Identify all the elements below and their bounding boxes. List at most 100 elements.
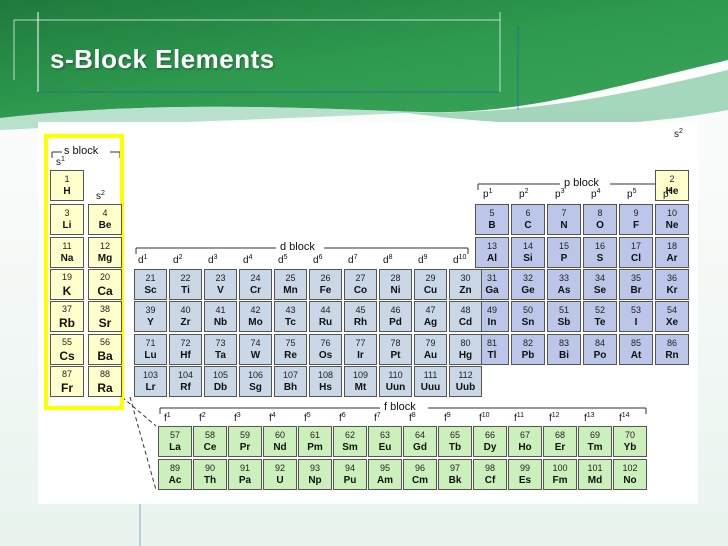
atomic-number: 51 <box>558 305 569 315</box>
element-cell-ge: 32 Ge <box>511 269 545 300</box>
atomic-number: 10 <box>666 208 677 218</box>
atomic-number: 84 <box>594 338 605 348</box>
element-symbol: Co <box>353 285 368 296</box>
atomic-number: 26 <box>320 273 331 283</box>
element-symbol: No <box>623 475 637 486</box>
element-symbol: O <box>596 220 604 231</box>
element-symbol: Rf <box>180 382 191 393</box>
element-symbol: Li <box>62 220 72 231</box>
element-symbol: Ru <box>318 317 333 328</box>
element-symbol: Ne <box>665 220 679 231</box>
element-cell-cm: 96 Cm <box>403 459 437 490</box>
element-cell-db: 105 Db <box>204 366 237 397</box>
element-cell-k: 19 K <box>50 269 84 300</box>
element-symbol: Hf <box>180 350 191 361</box>
atomic-number: 55 <box>61 336 72 347</box>
element-symbol: Dy <box>483 442 497 453</box>
element-cell-yb: 70 Yb <box>613 426 647 457</box>
element-symbol: Kr <box>666 285 678 296</box>
element-symbol: Uuu <box>420 382 441 393</box>
element-cell-sb: 51 Sb <box>547 301 581 332</box>
element-symbol: Tl <box>487 350 497 361</box>
element-cell-tb: 65 Tb <box>438 426 472 457</box>
element-cell-as: 33 As <box>547 269 581 300</box>
element-symbol: Br <box>630 285 642 296</box>
element-symbol: Sn <box>521 317 535 328</box>
element-cell-hs: 108 Hs <box>309 366 342 397</box>
element-cell-nd: 60 Nd <box>263 426 297 457</box>
atomic-number: 97 <box>449 463 460 473</box>
atomic-number: 60 <box>274 430 285 440</box>
config-label-d10: d10 <box>453 254 467 266</box>
element-cell-sn: 50 Sn <box>511 301 545 332</box>
atomic-number: 1 <box>64 174 70 184</box>
element-cell-ni: 28 Ni <box>379 269 412 300</box>
element-symbol: Uub <box>455 382 476 393</box>
atomic-number: 44 <box>320 305 331 315</box>
element-symbol: Ce <box>203 442 217 453</box>
atomic-number: 57 <box>169 430 180 440</box>
config-label-f3: f3 <box>234 412 241 424</box>
config-label-d1: d1 <box>138 254 148 266</box>
element-cell-rf: 104 Rf <box>169 366 202 397</box>
atomic-number: 37 <box>61 303 72 314</box>
element-symbol: W <box>250 350 261 361</box>
element-symbol: Au <box>423 350 438 361</box>
element-symbol: Se <box>593 285 607 296</box>
atomic-number: 41 <box>215 305 226 315</box>
element-symbol: La <box>169 442 181 453</box>
element-symbol: Bh <box>283 382 298 393</box>
element-symbol: Zn <box>459 285 472 296</box>
config-label-d8: d8 <box>383 254 393 266</box>
config-label-s1: s1 <box>56 156 65 168</box>
element-cell-co: 27 Co <box>344 269 377 300</box>
atomic-number: 79 <box>425 338 436 348</box>
element-cell-ta: 73 Ta <box>204 334 237 365</box>
element-symbol: Sr <box>98 315 112 330</box>
atomic-number: 29 <box>425 273 436 283</box>
config-label-p6: p6 <box>663 188 673 200</box>
element-cell-pd: 46 Pd <box>379 301 412 332</box>
block-label-s: s block <box>64 145 99 157</box>
config-label-f1: f1 <box>164 412 171 424</box>
atomic-number: 105 <box>212 370 229 380</box>
element-symbol: Y <box>147 317 154 328</box>
element-cell-th: 90 Th <box>193 459 227 490</box>
element-symbol: Rb <box>59 315 75 330</box>
element-cell-ba: 56 Ba <box>88 334 122 365</box>
element-cell-ho: 67 Ho <box>508 426 542 457</box>
atomic-number: 112 <box>458 370 473 380</box>
element-symbol: Np <box>308 475 322 486</box>
config-label-d6: d6 <box>313 254 323 266</box>
element-cell-v: 23 V <box>204 269 237 300</box>
element-symbol: V <box>217 285 224 296</box>
element-cell-po: 84 Po <box>583 334 617 365</box>
atomic-number: 30 <box>460 273 471 283</box>
atomic-number: 111 <box>423 370 438 380</box>
element-cell-hf: 72 Hf <box>169 334 202 365</box>
element-symbol: Cf <box>484 475 496 486</box>
element-cell-cu: 29 Cu <box>414 269 447 300</box>
config-label-d7: d7 <box>348 254 358 266</box>
element-cell-bh: 107 Bh <box>274 366 307 397</box>
element-cell-se: 34 Se <box>583 269 617 300</box>
atomic-number: 83 <box>558 338 569 348</box>
element-cell-br: 35 Br <box>619 269 653 300</box>
element-symbol: At <box>630 350 642 361</box>
element-cell-zr: 40 Zr <box>169 301 202 332</box>
element-cell-cl: 17 Cl <box>619 237 653 268</box>
element-symbol: Md <box>587 475 603 486</box>
element-cell-b: 5B <box>475 204 509 235</box>
element-cell-pb: 82 Pb <box>511 334 545 365</box>
element-symbol: Tm <box>587 442 603 453</box>
element-symbol: Db <box>213 382 228 393</box>
atomic-number: 106 <box>247 370 264 380</box>
atomic-number: 5 <box>489 208 495 218</box>
atomic-number: 108 <box>317 370 334 380</box>
element-cell-na: 11 Na <box>50 237 84 268</box>
element-symbol: P <box>560 253 568 264</box>
atomic-number: 59 <box>239 430 250 440</box>
element-cell-pu: 94 Pu <box>333 459 367 490</box>
element-symbol: Ac <box>168 475 182 486</box>
atomic-number: 35 <box>630 273 641 283</box>
